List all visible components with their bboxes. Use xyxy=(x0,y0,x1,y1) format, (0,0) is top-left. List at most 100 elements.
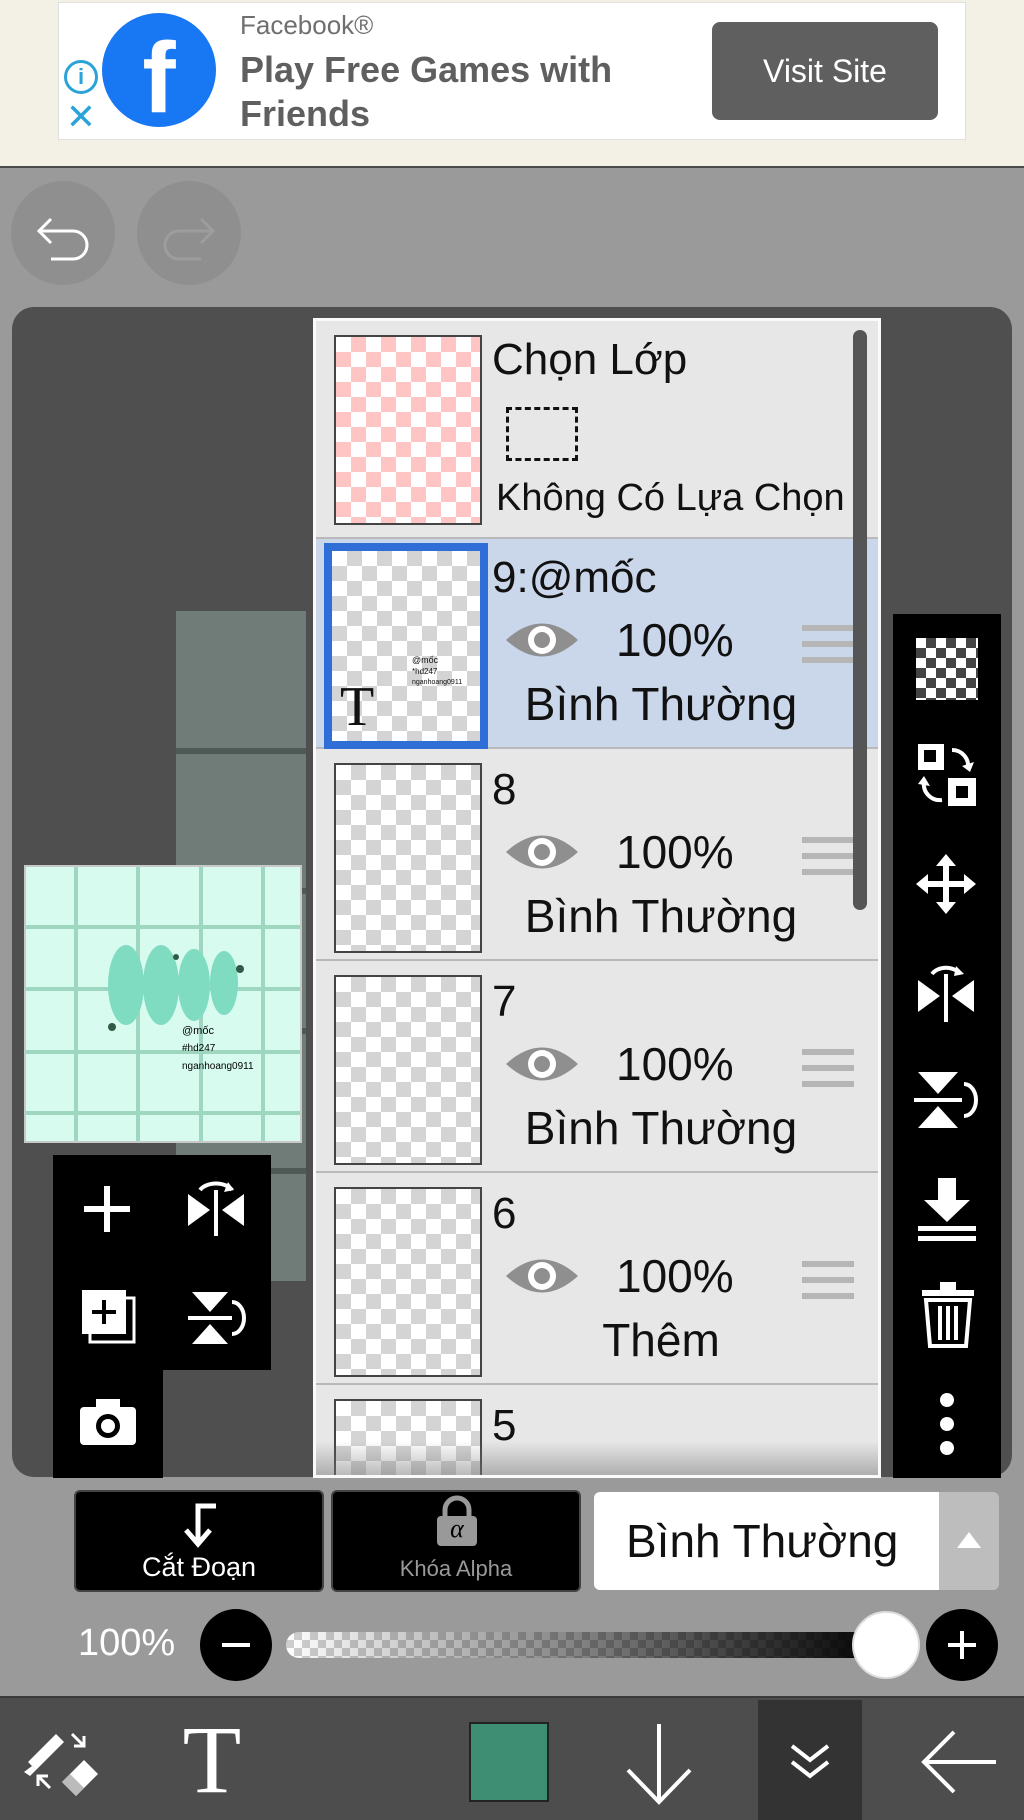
delete-layer-button[interactable] xyxy=(920,1282,976,1353)
blend-mode-select[interactable]: Bình Thường xyxy=(594,1492,939,1590)
preview-text-3: nganhoang0911 xyxy=(182,1061,254,1072)
drag-handle-icon[interactable] xyxy=(802,837,854,883)
opacity-increase-button[interactable] xyxy=(926,1609,998,1681)
thumb-text-3: nganhoang0911 xyxy=(412,679,463,686)
trash-icon xyxy=(922,1282,974,1348)
clipping-label: Cắt Đoạn xyxy=(141,1552,257,1582)
brush-eraser-toggle-button[interactable] xyxy=(22,1722,102,1807)
selection-status: Không Có Lựa Chọn xyxy=(496,477,845,519)
flip-horizontal-icon xyxy=(188,1181,244,1236)
visibility-eye-icon[interactable] xyxy=(504,1039,580,1089)
duplicate-layer-button[interactable] xyxy=(80,1288,138,1351)
selection-marquee-icon xyxy=(506,407,578,461)
layer-row-6[interactable]: 6 100% Thêm xyxy=(316,1175,878,1385)
double-chevron-down-icon xyxy=(790,1744,830,1779)
layer-row-8[interactable]: 8 100% Bình Thường xyxy=(316,751,878,961)
layer-name: 9:@mốc xyxy=(492,553,657,602)
add-layer-button[interactable] xyxy=(80,1182,134,1241)
layer-thumbnail-8 xyxy=(334,763,482,953)
layer-blend-mode: Bình Thường xyxy=(524,890,798,942)
layer-blend-mode: Thêm xyxy=(602,1314,720,1366)
flip-vertical-button[interactable] xyxy=(914,1068,978,1137)
layer-thumbnail-7 xyxy=(334,975,482,1165)
drag-handle-icon[interactable] xyxy=(802,625,854,671)
text-tool-button[interactable]: T xyxy=(172,1712,252,1808)
layer-name: 7 xyxy=(492,977,517,1026)
move-tool-button[interactable] xyxy=(914,852,978,921)
layer-opacity: 100% xyxy=(616,614,734,666)
preview-text-1: @mốc xyxy=(182,1025,214,1037)
layer-name: 6 xyxy=(492,1189,517,1238)
redo-button xyxy=(137,181,241,285)
arrow-down-icon xyxy=(626,1724,692,1805)
arrow-left-icon xyxy=(921,1730,996,1794)
facebook-logo-icon: f xyxy=(102,13,216,127)
flip-layer-vertical-button[interactable] xyxy=(188,1288,246,1353)
alpha-lock-button[interactable]: α Khóa Alpha xyxy=(331,1490,581,1592)
opacity-value: 100% xyxy=(78,1622,176,1664)
visibility-eye-icon[interactable] xyxy=(504,827,580,877)
opacity-slider-knob[interactable] xyxy=(852,1611,920,1679)
more-options-button[interactable] xyxy=(936,1392,958,1461)
camera-import-button[interactable] xyxy=(78,1397,138,1452)
flip-vertical-icon xyxy=(188,1292,246,1344)
undo-icon xyxy=(36,217,89,261)
layer-name: 8 xyxy=(492,765,517,814)
list-fade xyxy=(316,1441,878,1475)
triangle-up-icon xyxy=(957,1532,981,1548)
drag-handle-icon[interactable] xyxy=(802,1049,854,1095)
blend-mode-dropdown-button[interactable] xyxy=(939,1492,999,1590)
redo-icon xyxy=(163,217,216,261)
layer-thumbnail-6 xyxy=(334,1187,482,1377)
flip-layer-horizontal-button[interactable] xyxy=(184,1180,248,1243)
navigator-preview[interactable]: @mốc #hd247 nganhoang0911 xyxy=(24,865,302,1143)
selection-thumbnail xyxy=(334,335,482,525)
layer-thumbnail-9: T @mốc *hd247 nganhoang0911 xyxy=(324,543,488,749)
back-button[interactable] xyxy=(920,1730,1000,1799)
flip-horizontal-button[interactable] xyxy=(914,960,978,1029)
merge-down-icon xyxy=(918,1178,976,1241)
move-layer-down-button[interactable] xyxy=(624,1722,694,1811)
info-icon[interactable]: i xyxy=(64,60,98,94)
ad-headline[interactable]: Play Free Games with Friends xyxy=(240,48,680,136)
layers-scrollbar[interactable] xyxy=(853,330,867,910)
swap-layer-button[interactable] xyxy=(916,742,978,813)
opacity-decrease-button[interactable] xyxy=(200,1609,272,1681)
visibility-eye-icon[interactable] xyxy=(504,1251,580,1301)
plus-icon xyxy=(84,1186,130,1232)
thumb-text-2: *hd247 xyxy=(412,667,438,676)
alpha-lock-label: Khóa Alpha xyxy=(399,1556,513,1581)
layer-blend-mode: Bình Thường xyxy=(524,1102,798,1154)
drag-handle-icon[interactable] xyxy=(802,1261,854,1307)
undo-button[interactable] xyxy=(11,181,115,285)
selection-layer-title: Chọn Lớp xyxy=(492,335,688,384)
duplicate-icon xyxy=(82,1290,136,1344)
close-icon[interactable]: ✕ xyxy=(64,99,98,135)
text-layer-icon: T xyxy=(340,676,375,738)
transparency-checker-icon[interactable] xyxy=(916,638,978,700)
visit-site-button[interactable]: Visit Site xyxy=(712,22,938,120)
move-icon xyxy=(916,854,976,914)
clipping-button[interactable]: Cắt Đoạn xyxy=(74,1490,324,1592)
flip-vertical-icon xyxy=(914,1072,978,1128)
camera-icon xyxy=(80,1399,136,1445)
layer-row-7[interactable]: 7 100% Bình Thường xyxy=(316,963,878,1173)
plus-icon xyxy=(948,1631,976,1659)
layers-panel[interactable]: Chọn Lớp Không Có Lựa Chọn T @mốc *hd247… xyxy=(313,318,881,1478)
opacity-slider[interactable] xyxy=(286,1632,886,1658)
lock-icon: α xyxy=(435,1495,479,1546)
visibility-eye-icon[interactable] xyxy=(504,615,580,665)
layers-tab-button[interactable] xyxy=(758,1700,862,1820)
layer-row-9[interactable]: T @mốc *hd247 nganhoang0911 9:@mốc 100% … xyxy=(316,539,878,749)
layer-blend-mode: Bình Thường xyxy=(524,678,798,730)
brush-eraser-icon xyxy=(24,1732,98,1796)
minus-icon xyxy=(222,1643,250,1647)
selection-layer-row[interactable]: Chọn Lớp Không Có Lựa Chọn xyxy=(316,321,878,539)
thumb-text-1: @mốc xyxy=(412,655,439,665)
swap-layers-icon xyxy=(918,744,976,806)
flip-horizontal-icon xyxy=(918,965,974,1022)
clipping-arrow-icon xyxy=(184,1503,216,1548)
merge-down-button[interactable] xyxy=(916,1176,978,1247)
layer-opacity: 100% xyxy=(616,1038,734,1090)
color-swatch[interactable] xyxy=(469,1722,549,1802)
